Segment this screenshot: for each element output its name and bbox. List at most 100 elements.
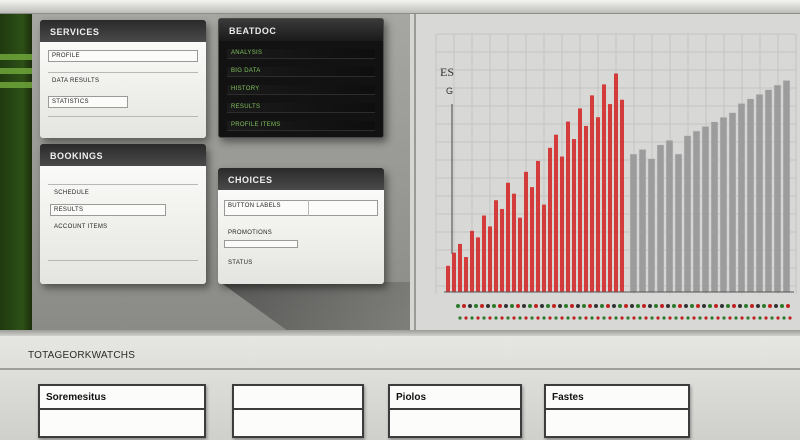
x-tick-marker: [632, 316, 636, 320]
x-tick-marker: [524, 316, 528, 320]
x-tick-marker: [576, 304, 580, 308]
bar-series-1: [458, 243, 462, 292]
x-tick-marker: [752, 316, 756, 320]
footer-field-2[interactable]: [232, 384, 364, 438]
x-tick-marker: [788, 316, 792, 320]
x-tick-marker: [726, 304, 730, 308]
panel-body: SCHEDULE RESULTS ACCOUNT ITEMS: [40, 166, 206, 284]
field-label: STATISTICS: [52, 99, 89, 105]
bar-series-2: [665, 139, 674, 293]
bar-series-2: [692, 130, 701, 293]
list-item-label: RESULTS: [231, 104, 261, 110]
bar-series-1: [518, 217, 522, 292]
x-tick-marker: [762, 304, 766, 308]
bar-series-1: [446, 265, 450, 292]
x-tick-marker: [740, 316, 744, 320]
x-tick-marker: [678, 304, 682, 308]
field-label: SCHEDULE: [54, 190, 90, 196]
list-item[interactable]: PROFILE ITEMS: [227, 121, 375, 131]
footer-field-3[interactable]: Piolos: [388, 384, 522, 438]
x-tick-marker: [636, 304, 640, 308]
bar-series-2: [773, 84, 782, 293]
chart-subtitle: G: [446, 86, 453, 96]
x-tick-marker: [606, 304, 610, 308]
bar-chart: ES G: [435, 33, 797, 320]
x-tick-marker: [674, 316, 678, 320]
footer-field-label: Soremesitus: [46, 392, 107, 403]
bar-series-1: [536, 160, 540, 292]
x-tick-marker: [756, 304, 760, 308]
bar-series-1: [512, 193, 516, 292]
x-tick-marker: [618, 304, 622, 308]
sidebar-item[interactable]: [0, 68, 32, 74]
x-tick-marker: [500, 316, 504, 320]
promotions-slider[interactable]: [224, 240, 298, 248]
bookings-panel: BOOKINGS SCHEDULE RESULTS ACCOUNT ITEMS: [40, 144, 206, 284]
x-tick-marker: [494, 316, 498, 320]
x-tick-marker: [578, 316, 582, 320]
panel-title: BOOKINGS: [40, 144, 206, 166]
list-item[interactable]: ANALYSIS: [227, 49, 375, 59]
x-tick-marker: [458, 316, 462, 320]
bar-series-2: [674, 153, 683, 293]
x-tick-marker: [588, 304, 592, 308]
field-separator: [40, 408, 204, 410]
x-tick-marker: [774, 304, 778, 308]
x-tick-marker: [782, 316, 786, 320]
x-tick-marker: [702, 304, 706, 308]
beatdoc-panel: BEATDOC ANALYSIS BIG DATA HISTORY RESULT…: [218, 18, 384, 138]
field-separator: [234, 408, 362, 410]
field-label: STATUS: [228, 260, 253, 266]
x-tick-marker: [570, 304, 574, 308]
x-tick-marker: [498, 304, 502, 308]
x-tick-marker: [642, 304, 646, 308]
x-tick-marker: [540, 304, 544, 308]
x-tick-marker: [738, 304, 742, 308]
x-tick-marker: [644, 316, 648, 320]
panel-title: SERVICES: [40, 20, 206, 42]
bar-series-1: [488, 226, 492, 292]
x-tick-marker: [638, 316, 642, 320]
divider: [308, 200, 309, 216]
bar-series-1: [476, 237, 480, 292]
x-tick-marker: [704, 316, 708, 320]
x-tick-marker: [542, 316, 546, 320]
bar-series-1: [500, 208, 504, 292]
x-tick-marker: [770, 316, 774, 320]
x-tick-marker: [560, 316, 564, 320]
x-tick-marker: [750, 304, 754, 308]
x-tick-marker: [716, 316, 720, 320]
x-tick-marker: [518, 316, 522, 320]
sidebar: [0, 14, 32, 330]
bar-series-2: [629, 153, 638, 293]
x-tick-marker: [596, 316, 600, 320]
x-tick-marker: [744, 304, 748, 308]
x-tick-marker: [686, 316, 690, 320]
list-item[interactable]: RESULTS: [227, 103, 375, 113]
sidebar-item[interactable]: [0, 54, 32, 60]
list-item-label: BIG DATA: [231, 68, 261, 74]
divider: [48, 72, 198, 73]
x-tick-marker: [528, 304, 532, 308]
x-tick-marker: [722, 316, 726, 320]
footer-field-label: Piolos: [396, 392, 427, 403]
x-tick-marker: [546, 304, 550, 308]
footer-field-1[interactable]: Soremesitus: [38, 384, 206, 438]
services-panel: SERVICES PROFILE DATA RESULTS STATISTICS: [40, 20, 206, 138]
list-item[interactable]: BIG DATA: [227, 67, 375, 77]
bar-series-2: [701, 126, 710, 293]
x-tick-marker: [572, 316, 576, 320]
x-tick-marker: [654, 304, 658, 308]
field-separator: [546, 408, 688, 410]
x-tick-marker: [534, 304, 538, 308]
x-tick-marker: [728, 316, 732, 320]
footer: TOTAGEORKWATCHS Soremesitus Piolos Faste…: [0, 336, 800, 440]
bar-series-1: [566, 121, 570, 292]
footer-field-4[interactable]: Fastes: [544, 384, 690, 438]
x-tick-marker: [506, 316, 510, 320]
bar-series-1: [524, 171, 528, 292]
x-tick-marker: [732, 304, 736, 308]
sidebar-item[interactable]: [0, 82, 32, 88]
divider: [48, 184, 198, 185]
list-item[interactable]: HISTORY: [227, 85, 375, 95]
